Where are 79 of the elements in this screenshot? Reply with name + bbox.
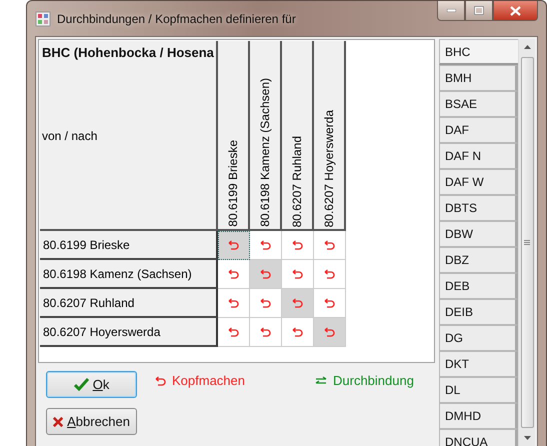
close-button[interactable]	[493, 1, 538, 21]
close-icon	[510, 6, 521, 16]
station-item[interactable]: DAF	[439, 117, 518, 143]
u-turn-icon	[260, 327, 271, 337]
u-turn-icon	[292, 240, 303, 250]
station-item[interactable]: DMHD	[439, 403, 518, 429]
station-item[interactable]: DEIB	[439, 299, 518, 325]
u-turn-icon	[228, 298, 239, 308]
u-turn-icon	[228, 269, 239, 279]
u-turn-icon	[324, 298, 335, 308]
grid-cell[interactable]	[250, 231, 282, 260]
row-header: 80.6207 Hoyerswerda	[40, 318, 218, 347]
grid-cell[interactable]	[250, 318, 282, 347]
grid-cell[interactable]	[282, 318, 314, 347]
swap-arrows-icon	[315, 376, 327, 386]
minimize-button[interactable]	[437, 1, 465, 21]
scroll-down-icon[interactable]	[524, 436, 530, 440]
station-item[interactable]: DAF N	[439, 143, 518, 169]
scroll-up-icon[interactable]	[524, 45, 530, 49]
scroll-thumb[interactable]	[520, 57, 534, 428]
grid-cell[interactable]	[314, 260, 346, 289]
grip-icon	[524, 240, 530, 245]
ok-button[interactable]: Ok	[46, 371, 137, 398]
station-item[interactable]: BSAE	[439, 91, 518, 117]
row-header: 80.6199 Brieske	[40, 231, 218, 260]
minimize-icon	[446, 9, 456, 12]
station-item[interactable]: BHC	[439, 39, 518, 65]
legend-item: Kopfmachen	[155, 373, 245, 388]
window-title: Durchbindungen / Kopfmachen definieren für	[57, 12, 296, 26]
station-item[interactable]: DG	[439, 325, 518, 351]
grid-cell[interactable]	[314, 289, 346, 318]
grid-cell[interactable]	[218, 231, 250, 260]
grid-cell[interactable]	[250, 289, 282, 318]
grid-cell[interactable]	[314, 231, 346, 260]
station-item[interactable]: DBW	[439, 221, 518, 247]
column-header: 80.6198 Kamenz (Sachsen)	[250, 41, 282, 231]
row-header: 80.6207 Ruhland	[40, 289, 218, 318]
maximize-icon	[474, 6, 484, 15]
u-turn-icon	[260, 240, 271, 250]
u-turn-icon	[292, 269, 303, 279]
grid-cell[interactable]	[218, 260, 250, 289]
grid-cell[interactable]	[282, 260, 314, 289]
station-item[interactable]: DAF W	[439, 169, 518, 195]
scrollbar[interactable]	[518, 39, 535, 446]
station-item[interactable]: DBTS	[439, 195, 518, 221]
app-icon	[35, 10, 51, 26]
station-item[interactable]: DNCUA	[439, 429, 518, 446]
column-header: 80.6199 Brieske	[218, 41, 250, 231]
row-header: 80.6198 Kamenz (Sachsen)	[40, 260, 218, 289]
u-turn-icon	[324, 269, 335, 279]
corner-label: von / nach	[42, 129, 98, 143]
u-turn-icon	[228, 327, 239, 337]
u-turn-icon	[292, 298, 303, 308]
grid-cell[interactable]	[218, 289, 250, 318]
legend-item: Durchbindung	[315, 373, 414, 388]
station-item[interactable]: DBZ	[439, 247, 518, 273]
maximize-button[interactable]	[465, 1, 493, 21]
station-item[interactable]: DL	[439, 377, 518, 403]
u-turn-icon	[324, 240, 335, 250]
u-turn-icon	[228, 240, 239, 250]
cross-icon	[53, 416, 64, 428]
u-turn-icon	[155, 376, 166, 386]
grid-cell[interactable]	[282, 231, 314, 260]
column-header: 80.6207 Hoyerswerda	[314, 41, 346, 231]
u-turn-icon	[260, 269, 271, 279]
grid-title: BHC (Hohenbocka / Hosena	[42, 45, 214, 60]
station-item[interactable]: DKT	[439, 351, 518, 377]
check-icon	[74, 378, 89, 391]
station-item[interactable]: DEB	[439, 273, 518, 299]
cancel-button[interactable]: Abbrechen	[46, 408, 137, 435]
u-turn-icon	[260, 298, 271, 308]
grid-cell[interactable]	[282, 289, 314, 318]
grid-cell[interactable]	[250, 260, 282, 289]
column-header: 80.6207 Ruhland	[282, 41, 314, 231]
grid-cell[interactable]	[218, 318, 250, 347]
station-item[interactable]: BMH	[439, 65, 518, 91]
grid-cell[interactable]	[314, 318, 346, 347]
u-turn-icon	[324, 327, 335, 337]
u-turn-icon	[292, 327, 303, 337]
